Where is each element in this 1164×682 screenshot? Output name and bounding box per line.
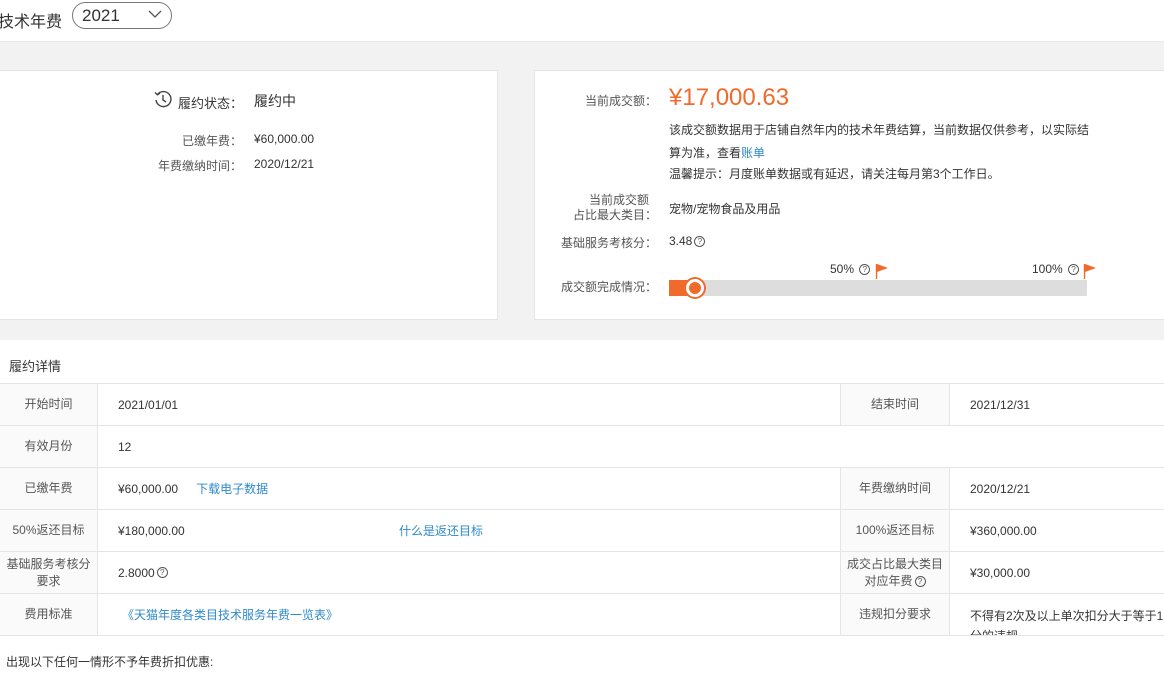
table-row: 费用标准 《天猫年度各类目技术服务年费一览表》 违规扣分要求 不得有2次及以上单… [0,594,1164,636]
history-clock-icon [154,90,172,108]
table-header-cell: 开始时间 [0,384,98,425]
details-table: 开始时间 2021/01/01 结束时间 2021/12/31 有效月份 12 … [0,383,1164,636]
table-cell: 不得有2次及以上单次扣分大于等于12分的违规 [970,609,1164,635]
base-score-label: 基础服务考核分： [560,236,657,250]
base-score-value-wrap: 3.48? [669,234,706,248]
progress-knob [685,279,704,297]
tick-50-wrap: 50% ? [830,262,871,276]
table-row: 开始时间 2021/01/01 结束时间 2021/12/31 [0,384,1164,426]
tick-100-wrap: 100% ? [1032,262,1080,276]
table-header-cell: 成交占比最大类目对应年费? [840,552,950,593]
year-select[interactable]: 2021 [72,2,172,29]
current-amount-label: 当前成交额： [584,94,657,108]
completion-label: 成交额完成情况： [560,280,657,294]
table-cell: 2021/12/31 [970,397,1031,412]
table-row: 已缴年费 ¥60,000.00 下载电子数据 年费缴纳时间 2020/12/21 [0,468,1164,510]
status-label: 履约状态： [178,96,244,111]
table-header-cell: 基础服务考核分要求 [0,552,98,593]
year-select-value: 2021 [82,6,120,25]
help-icon[interactable]: ? [1068,264,1080,275]
table-cell: 12 [118,439,132,454]
max-category-fee-label: 成交占比最大类目对应年费 [846,556,943,588]
flag-icon [1083,264,1096,279]
table-row: 50%返还目标 ¥180,000.00 什么是返还目标 100%返还目标 ¥360… [0,510,1164,552]
top-bar: 技术年费 2021 [0,0,1164,42]
bill-link[interactable]: 账单 [741,146,765,160]
status-value: 履约中 [254,93,296,109]
download-data-link[interactable]: 下载电子数据 [196,480,268,497]
completion-progress-bar [669,279,1087,297]
chevron-down-icon [148,10,162,18]
help-icon[interactable]: ? [914,575,926,587]
target-50-value: ¥180,000.00 [118,523,185,538]
table-cell: 2020/12/21 [970,481,1031,496]
table-header-cell: 年费缴纳时间 [840,468,950,509]
amount-description: 该成交额数据用于店铺自然年内的技术年费结算，当前数据仅供参考，以实际结算为准，查… [669,119,1089,165]
max-category-label-line2: 占比最大类目： [572,208,657,222]
table-header-cell: 已缴年费 [0,468,98,509]
current-amount-value: ¥17,000.63 [669,84,790,111]
pay-time-value: 2020/12/21 [254,157,315,171]
table-cell: 2.8000? [98,552,840,593]
paid-fee-value: ¥60,000.00 [254,132,315,146]
page-title: 技术年费 [0,14,63,31]
flag-icon [875,264,888,279]
help-icon[interactable]: ? [156,567,168,578]
what-is-target-link[interactable]: 什么是返还目标 [399,522,483,539]
table-header-cell: 有效月份 [0,426,98,467]
table-cell: ¥60,000.00 下载电子数据 [98,468,840,509]
tick-100-label: 100% [1032,262,1063,276]
paid-fee-cell-value: ¥60,000.00 [118,481,179,496]
table-cell: ¥180,000.00 什么是返还目标 [98,510,840,551]
table-cell: ¥30,000.00 [970,565,1031,580]
max-category-value: 宠物/宠物食品及用品 [669,202,781,216]
help-icon[interactable]: ? [694,236,706,247]
table-header-cell: 违规扣分要求 [840,594,950,635]
pay-time-label: 年费缴纳时间： [157,159,242,173]
table-cell: ¥360,000.00 [970,523,1037,538]
base-score-requirement: 2.8000 [118,565,155,580]
table-row: 有效月份 12 [0,426,1164,468]
table-header-cell: 100%返还目标 [840,510,950,551]
table-header-cell: 50%返还目标 [0,510,98,551]
fee-standard-link[interactable]: 《天猫年度各类目技术服务年费一览表》 [122,606,338,623]
table-cell: 《天猫年度各类目技术服务年费一览表》 [98,594,840,635]
table-header-cell: 费用标准 [0,594,98,635]
table-row: 基础服务考核分要求 2.8000? 成交占比最大类目对应年费? ¥30,000.… [0,552,1164,594]
amount-description-text: 该成交额数据用于店铺自然年内的技术年费结算，当前数据仅供参考，以实际结算为准，查… [669,123,1090,160]
summary-card-left [0,70,498,320]
help-icon[interactable]: ? [859,264,871,275]
table-header-cell: 结束时间 [840,384,950,425]
paid-fee-label: 已缴年费： [181,134,242,148]
delay-tip: 温馨提示：月度账单数据或有延迟，请关注每月第3个工作日。 [669,167,1000,181]
base-score-value: 3.48 [669,234,693,248]
section-title: 履约详情 [9,359,62,374]
footer-note: 出现以下任何一情形不予年费折扣优惠: [6,655,214,669]
table-cell: 2021/01/01 [118,397,179,412]
tick-50-label: 50% [830,262,855,276]
